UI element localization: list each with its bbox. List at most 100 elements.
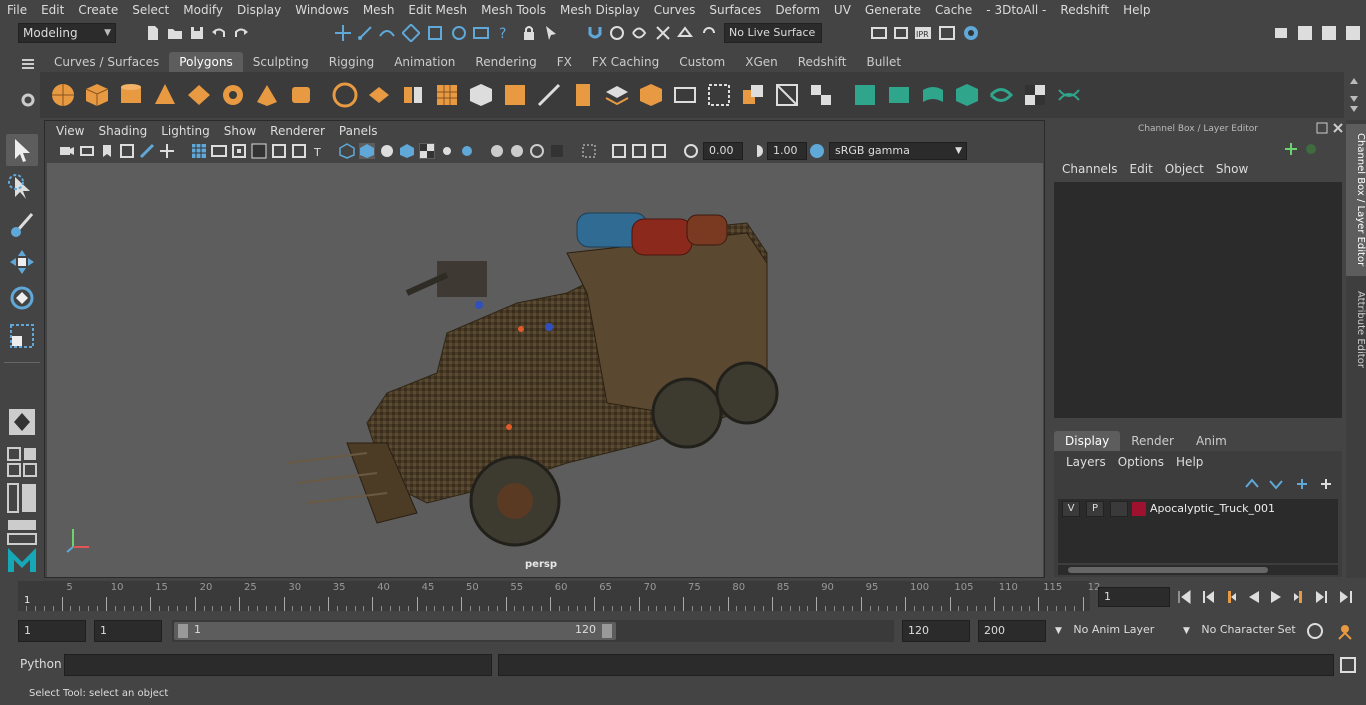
truck-model-render[interactable] xyxy=(47,163,1043,577)
menu-select[interactable]: Select xyxy=(125,0,176,20)
layer-name[interactable]: Apocalyptic_Truck_001 xyxy=(1150,502,1275,515)
make-live-icon[interactable] xyxy=(654,24,672,42)
layer-list-scrollbar[interactable] xyxy=(1058,565,1338,575)
command-language-label[interactable]: Python xyxy=(20,657,62,671)
fill-hole-icon[interactable] xyxy=(808,82,834,108)
snap-live-icon[interactable] xyxy=(630,24,648,42)
grid-icon[interactable] xyxy=(191,143,207,159)
toggle-channel-box-icon[interactable] xyxy=(1296,24,1314,42)
step-forward-icon[interactable] xyxy=(1314,589,1330,605)
safe-action-icon[interactable] xyxy=(291,143,307,159)
auto-mapping-icon[interactable] xyxy=(988,82,1014,108)
layer-visibility-toggle[interactable]: V xyxy=(1062,501,1080,517)
shelf-scroll-arrows-icon[interactable] xyxy=(1346,74,1362,114)
step-forward-key-icon[interactable] xyxy=(1292,589,1308,605)
menu-mesh-tools[interactable]: Mesh Tools xyxy=(474,0,553,20)
menu-curves[interactable]: Curves xyxy=(647,0,703,20)
render-view-icon[interactable] xyxy=(938,24,956,42)
move-layer-up-icon[interactable] xyxy=(1244,477,1260,491)
cylindrical-mapping-icon[interactable] xyxy=(920,82,946,108)
tab-fx-caching[interactable]: FX Caching xyxy=(581,52,670,72)
menu-display[interactable]: Display xyxy=(230,0,288,20)
menu-redshift[interactable]: Redshift xyxy=(1053,0,1116,20)
color-management-icon[interactable] xyxy=(809,143,825,159)
tab-fx[interactable]: FX xyxy=(546,52,582,72)
tab-rendering[interactable]: Rendering xyxy=(465,52,547,72)
shelf-menu-icon[interactable] xyxy=(18,54,38,74)
tab-xgen[interactable]: XGen xyxy=(735,52,788,72)
vp-menu-renderer[interactable]: Renderer xyxy=(263,124,332,138)
target-weld-icon[interactable] xyxy=(774,82,800,108)
layout-outliner-pane[interactable] xyxy=(6,482,38,514)
command-input[interactable] xyxy=(64,654,492,676)
xray-components-icon[interactable] xyxy=(651,143,667,159)
snap-view-icon[interactable] xyxy=(472,24,490,42)
rotate-tool[interactable] xyxy=(6,282,38,314)
tab-bullet[interactable]: Bullet xyxy=(856,52,912,72)
play-backwards-icon[interactable] xyxy=(1246,589,1262,605)
camera-icon[interactable] xyxy=(59,143,75,159)
textured-icon[interactable] xyxy=(399,143,415,159)
render-settings-icon[interactable] xyxy=(870,24,888,42)
film-gate-icon[interactable] xyxy=(211,143,227,159)
magnet-icon[interactable] xyxy=(586,24,604,42)
menu-surfaces[interactable]: Surfaces xyxy=(702,0,768,20)
tab-display[interactable]: Display xyxy=(1054,431,1121,451)
scale-tool[interactable] xyxy=(6,320,38,352)
gamma-field[interactable]: 1.00 xyxy=(767,142,807,160)
gate-mask-icon[interactable] xyxy=(251,143,267,159)
lock-icon[interactable] xyxy=(520,24,538,42)
exposure-icon[interactable] xyxy=(683,143,699,159)
axis-toggle-icon[interactable] xyxy=(1284,142,1298,156)
create-layer-from-selection-icon[interactable] xyxy=(1318,477,1334,491)
spherical-mapping-icon[interactable] xyxy=(954,82,980,108)
cb-menu-object[interactable]: Object xyxy=(1159,162,1210,176)
field-chart-icon[interactable] xyxy=(271,143,287,159)
tab-curves-surfaces[interactable]: Curves / Surfaces xyxy=(44,52,170,72)
help-icon[interactable]: ? xyxy=(494,24,512,42)
shadows-icon[interactable] xyxy=(459,143,475,159)
save-scene-icon[interactable] xyxy=(188,24,206,42)
layer-menu-help[interactable]: Help xyxy=(1170,455,1209,469)
hypershade-icon[interactable] xyxy=(962,24,980,42)
xray-joints-icon[interactable] xyxy=(631,143,647,159)
live-surface-field[interactable]: No Live Surface xyxy=(724,23,822,43)
extrude-icon[interactable] xyxy=(570,82,596,108)
menu-create[interactable]: Create xyxy=(71,0,125,20)
animation-preferences-icon[interactable] xyxy=(1336,622,1354,640)
menu-edit[interactable]: Edit xyxy=(34,0,71,20)
grease-pencil-icon[interactable] xyxy=(139,143,155,159)
xray-icon[interactable] xyxy=(611,143,627,159)
vp-menu-lighting[interactable]: Lighting xyxy=(154,124,217,138)
select-lock-icon[interactable] xyxy=(542,24,560,42)
playback-end-field[interactable]: 120 xyxy=(902,620,970,642)
ipr-render-icon[interactable]: IPR xyxy=(914,24,932,42)
image-plane-icon[interactable] xyxy=(119,143,135,159)
shelf-settings-gear-icon[interactable] xyxy=(18,90,38,110)
go-to-start-icon[interactable] xyxy=(1176,589,1192,605)
snap-point-icon[interactable] xyxy=(450,24,468,42)
redo-icon[interactable] xyxy=(232,24,250,42)
menu-uv[interactable]: UV xyxy=(827,0,858,20)
select-component-icon[interactable] xyxy=(378,24,396,42)
channel-box-area[interactable] xyxy=(1054,182,1342,418)
tab-redshift[interactable]: Redshift xyxy=(787,52,857,72)
remesh-icon[interactable] xyxy=(502,82,528,108)
smooth-icon[interactable] xyxy=(434,82,460,108)
range-slider[interactable]: 1 120 xyxy=(172,620,894,642)
textures-toggle-icon[interactable] xyxy=(419,143,435,159)
cb-menu-edit[interactable]: Edit xyxy=(1124,162,1159,176)
bridge-icon[interactable] xyxy=(604,82,630,108)
separate-icon[interactable] xyxy=(366,82,392,108)
snap-grid-icon[interactable] xyxy=(402,24,420,42)
bookmark-icon[interactable] xyxy=(99,143,115,159)
tab-channel-box-layer-editor[interactable]: Channel Box / Layer Editor xyxy=(1346,124,1366,276)
anim-layer-dropdown[interactable]: ▼ No Anim Layer xyxy=(1050,620,1166,642)
two-d-pan-icon[interactable] xyxy=(159,143,175,159)
menu-deform[interactable]: Deform xyxy=(768,0,827,20)
gamma-icon[interactable] xyxy=(749,143,765,159)
playback-start-field[interactable]: 1 xyxy=(94,620,162,642)
snap-plane-icon[interactable] xyxy=(676,24,694,42)
menu-file[interactable]: File xyxy=(0,0,34,20)
poly-cube-icon[interactable] xyxy=(84,82,110,108)
